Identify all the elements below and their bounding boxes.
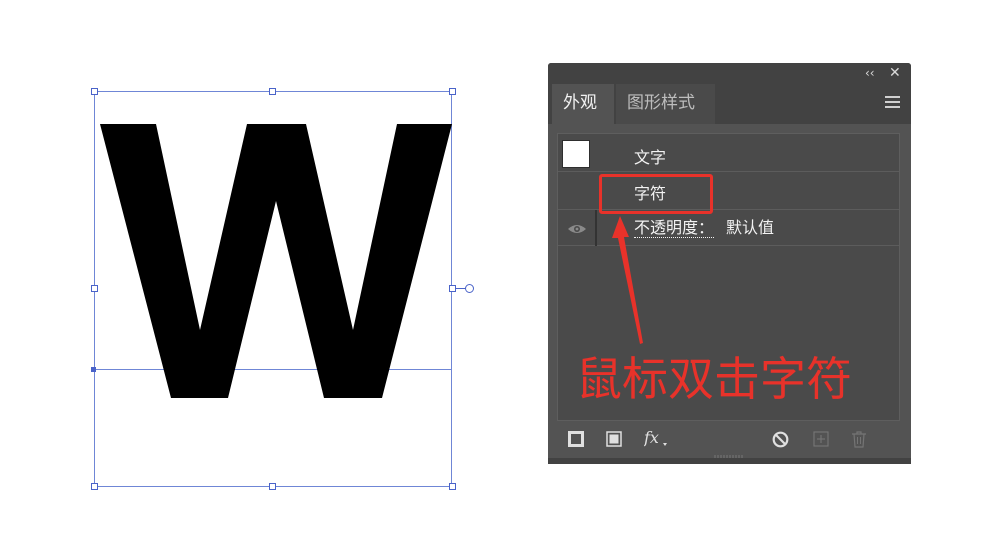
tab-appearance-label: 外观 (563, 93, 597, 113)
add-new-effect-fx-icon[interactable]: fx (644, 428, 668, 448)
panel-footer-edge (548, 458, 911, 464)
clear-appearance-icon[interactable] (772, 431, 789, 448)
text-anchor-point[interactable] (91, 367, 96, 372)
duplicate-item-icon (813, 431, 829, 447)
panel-tabbar: 外观 图形样式 (548, 84, 911, 124)
opacity-value: 默认值 (726, 218, 775, 237)
handle-top-middle[interactable] (269, 88, 276, 95)
handle-bottom-right[interactable] (449, 483, 456, 490)
object-type-label: 文字 (634, 148, 667, 167)
close-icon[interactable]: ✕ (889, 65, 901, 81)
rotate-handle[interactable] (465, 284, 474, 293)
glyph-w: W (100, 124, 452, 398)
handle-bottom-middle[interactable] (269, 483, 276, 490)
panel-titlebar[interactable] (548, 63, 911, 84)
handle-top-left[interactable] (91, 88, 98, 95)
hamburger-menu-icon[interactable] (885, 96, 900, 108)
eye-icon[interactable] (567, 223, 587, 235)
panel-bottom-toolbar: fx (548, 421, 911, 457)
highlight-box (599, 174, 713, 214)
row-object-type[interactable]: 文字 (558, 134, 899, 172)
handle-bottom-left[interactable] (91, 483, 98, 490)
svg-text:fx: fx (644, 428, 659, 447)
tab-appearance[interactable]: 外观 (552, 84, 614, 124)
double-chevron-left-icon[interactable]: ‹‹ (865, 66, 875, 80)
handle-top-right[interactable] (449, 88, 456, 95)
tab-graphic-styles-label: 图形样式 (627, 93, 695, 113)
glyph-w-shape (100, 124, 452, 398)
object-thumbnail (562, 140, 590, 168)
tab-graphic-styles[interactable]: 图形样式 (616, 84, 715, 124)
add-new-stroke-icon[interactable] (568, 431, 584, 447)
handle-middle-left[interactable] (91, 285, 98, 292)
add-new-fill-icon[interactable] (606, 431, 622, 447)
annotation-text: 鼠标双击字符 (576, 352, 852, 406)
red-arrow-icon (612, 216, 643, 344)
delete-item-icon (852, 431, 866, 448)
visibility-separator (595, 210, 597, 246)
